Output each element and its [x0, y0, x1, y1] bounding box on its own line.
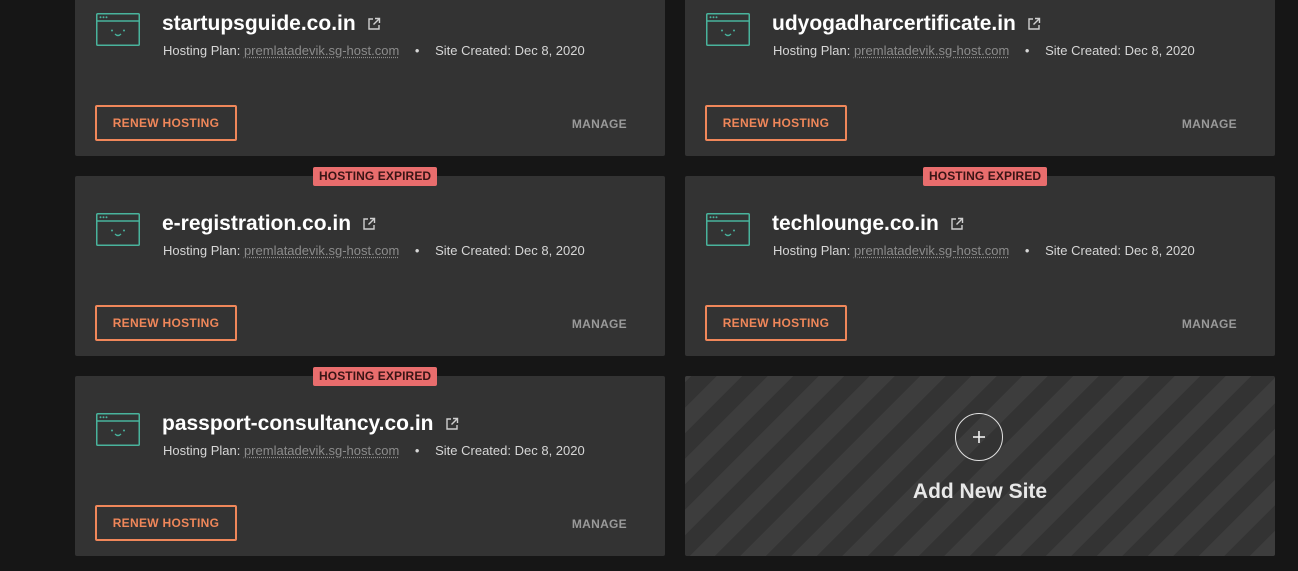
- hosting-expired-badge: HOSTING EXPIRED: [313, 167, 438, 186]
- site-title-row: e-registration.co.in: [162, 212, 376, 236]
- plus-icon[interactable]: [955, 413, 1003, 461]
- meta-separator: •: [414, 43, 420, 58]
- renew-hosting-button[interactable]: RENEW HOSTING: [95, 505, 237, 541]
- site-meta: Hosting Plan: premlatadevik.sg-host.com …: [163, 443, 585, 458]
- site-meta: Hosting Plan: premlatadevik.sg-host.com …: [163, 43, 585, 58]
- renew-hosting-button[interactable]: RENEW HOSTING: [95, 305, 237, 341]
- site-created-label: Site Created:: [435, 43, 511, 58]
- hosting-plan-host[interactable]: premlatadevik.sg-host.com: [244, 43, 399, 58]
- site-window-icon: [706, 13, 750, 46]
- site-created-date: Dec 8, 2020: [1124, 43, 1195, 58]
- site-name[interactable]: startupsguide.co.in: [162, 12, 356, 36]
- meta-separator: •: [414, 443, 420, 458]
- hosting-plan-label: Hosting Plan:: [773, 243, 851, 258]
- site-window-icon: [96, 13, 140, 46]
- add-new-site-card[interactable]: Add New Site: [685, 376, 1275, 556]
- external-link-icon[interactable]: [950, 217, 964, 231]
- site-window-icon: [96, 213, 140, 246]
- external-link-icon[interactable]: [362, 217, 376, 231]
- manage-button[interactable]: MANAGE: [572, 317, 627, 331]
- hosting-plan-host[interactable]: premlatadevik.sg-host.com: [854, 43, 1009, 58]
- site-meta: Hosting Plan: premlatadevik.sg-host.com …: [773, 43, 1195, 58]
- hosting-plan-label: Hosting Plan:: [163, 243, 241, 258]
- site-meta: Hosting Plan: premlatadevik.sg-host.com …: [773, 243, 1195, 258]
- manage-button[interactable]: MANAGE: [572, 517, 627, 531]
- site-created-label: Site Created:: [1045, 243, 1121, 258]
- site-created-label: Site Created:: [1045, 43, 1121, 58]
- site-created-date: Dec 8, 2020: [514, 43, 585, 58]
- site-card: startupsguide.co.in Hosting Plan: premla…: [75, 0, 665, 156]
- site-name[interactable]: e-registration.co.in: [162, 212, 351, 236]
- hosting-plan-label: Hosting Plan:: [773, 43, 851, 58]
- meta-separator: •: [1024, 43, 1030, 58]
- site-created-label: Site Created:: [435, 243, 511, 258]
- external-link-icon[interactable]: [367, 17, 381, 31]
- site-title-row: startupsguide.co.in: [162, 12, 381, 36]
- sites-grid: startupsguide.co.in Hosting Plan: premla…: [75, 0, 1275, 556]
- hosting-plan-label: Hosting Plan:: [163, 43, 241, 58]
- meta-separator: •: [1024, 243, 1030, 258]
- site-card: HOSTING EXPIRED passport-consultancy.co.…: [75, 367, 665, 556]
- site-card: udyogadharcertificate.in Hosting Plan: p…: [685, 0, 1275, 156]
- renew-hosting-button[interactable]: RENEW HOSTING: [705, 105, 847, 141]
- add-new-site-label[interactable]: Add New Site: [685, 480, 1275, 504]
- site-title-row: passport-consultancy.co.in: [162, 412, 459, 436]
- hosting-expired-badge: HOSTING EXPIRED: [313, 367, 438, 386]
- site-window-icon: [706, 213, 750, 246]
- external-link-icon[interactable]: [445, 417, 459, 431]
- renew-hosting-button[interactable]: RENEW HOSTING: [95, 105, 237, 141]
- manage-button[interactable]: MANAGE: [1182, 117, 1237, 131]
- site-name[interactable]: passport-consultancy.co.in: [162, 412, 434, 436]
- hosting-expired-badge: HOSTING EXPIRED: [923, 167, 1048, 186]
- site-name[interactable]: udyogadharcertificate.in: [772, 12, 1016, 36]
- site-created-date: Dec 8, 2020: [1124, 243, 1195, 258]
- site-meta: Hosting Plan: premlatadevik.sg-host.com …: [163, 243, 585, 258]
- site-card: HOSTING EXPIRED e-registration.co.in Hos…: [75, 167, 665, 356]
- site-title-row: udyogadharcertificate.in: [772, 12, 1041, 36]
- site-created-date: Dec 8, 2020: [514, 443, 585, 458]
- meta-separator: •: [414, 243, 420, 258]
- site-window-icon: [96, 413, 140, 446]
- hosting-plan-host[interactable]: premlatadevik.sg-host.com: [244, 443, 399, 458]
- hosting-plan-label: Hosting Plan:: [163, 443, 241, 458]
- hosting-plan-host[interactable]: premlatadevik.sg-host.com: [244, 243, 399, 258]
- plus-icon-glyph: [973, 431, 985, 443]
- site-created-date: Dec 8, 2020: [514, 243, 585, 258]
- site-created-label: Site Created:: [435, 443, 511, 458]
- site-name[interactable]: techlounge.co.in: [772, 212, 939, 236]
- site-title-row: techlounge.co.in: [772, 212, 964, 236]
- renew-hosting-button[interactable]: RENEW HOSTING: [705, 305, 847, 341]
- hosting-plan-host[interactable]: premlatadevik.sg-host.com: [854, 243, 1009, 258]
- site-card: HOSTING EXPIRED techlounge.co.in Hosting…: [685, 167, 1275, 356]
- external-link-icon[interactable]: [1027, 17, 1041, 31]
- manage-button[interactable]: MANAGE: [572, 117, 627, 131]
- manage-button[interactable]: MANAGE: [1182, 317, 1237, 331]
